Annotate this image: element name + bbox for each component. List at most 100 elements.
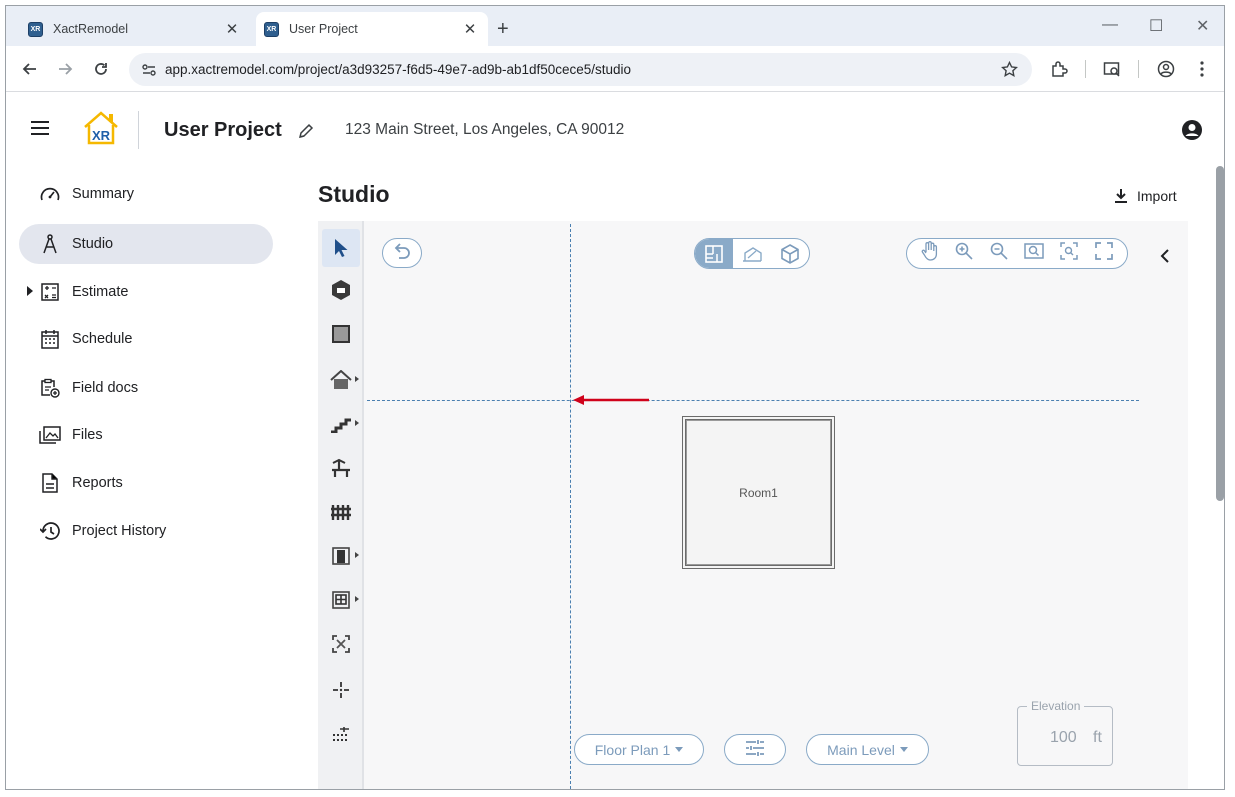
back-arrow-icon[interactable]	[19, 58, 41, 80]
pan-hand-icon[interactable]	[921, 241, 939, 266]
studio-canvas[interactable]: Room1 Floor Plan 1 Main Level Elevation …	[318, 221, 1188, 789]
zoom-out-icon[interactable]	[990, 242, 1008, 265]
sidebar-item-studio[interactable]: Studio	[19, 224, 273, 264]
account-circle-icon[interactable]	[1181, 119, 1203, 146]
sidebar-item-summary[interactable]: Summary	[19, 174, 273, 214]
room-rectangle-tool[interactable]	[322, 315, 360, 353]
collapse-panel-chevron-icon[interactable]	[1156, 247, 1174, 265]
dropdown-arrow-icon	[899, 747, 908, 752]
view-mode-toggle	[694, 238, 810, 269]
elevation-value: 100	[1050, 729, 1077, 746]
import-button[interactable]: Import	[1114, 184, 1177, 208]
project-address: 123 Main Street, Los Angeles, CA 90012	[345, 121, 625, 138]
drawing-tool-strip	[318, 221, 364, 789]
sidebar-item-label: Estimate	[72, 284, 129, 300]
tab-title: XactRemodel	[53, 22, 129, 36]
point-crosshair-tool[interactable]	[322, 671, 360, 709]
select-pointer-tool[interactable]	[322, 229, 360, 267]
elevation-field[interactable]: Elevation 100 ft	[1017, 699, 1113, 766]
sidebar-item-schedule[interactable]: Schedule	[19, 319, 273, 359]
dropdown-arrow-icon	[675, 747, 684, 752]
undo-icon	[392, 242, 412, 265]
sidebar-item-label: Field docs	[72, 380, 139, 396]
fence-railing-tool[interactable]	[322, 493, 360, 531]
address-bar[interactable]: app.xactremodel.com/project/a3d93257-f6d…	[129, 53, 1032, 86]
close-tab-icon[interactable]: ✕	[460, 19, 480, 39]
tab-strip: XR XactRemodel ✕ XR User Project ✕ + — ☐…	[6, 6, 1224, 46]
fullscreen-icon[interactable]	[1094, 242, 1113, 265]
sidebar-item-label: Summary	[72, 186, 135, 202]
window-tool[interactable]	[322, 581, 360, 619]
history-icon	[39, 520, 61, 542]
reload-icon[interactable]	[90, 58, 112, 80]
url-text: app.xactremodel.com/project/a3d93257-f6d…	[165, 62, 632, 77]
page-title: Studio	[318, 181, 390, 207]
opening-tool[interactable]	[322, 625, 360, 663]
app-header: XR User Project 123 Main Street, Los Ang…	[6, 93, 1224, 161]
zoom-to-selection-icon[interactable]	[1024, 242, 1044, 265]
speedometer-icon	[39, 183, 61, 205]
profile-icon[interactable]	[1155, 58, 1177, 80]
hamburger-menu-icon[interactable]	[31, 121, 49, 140]
zoom-fit-icon[interactable]	[1060, 242, 1079, 265]
expand-caret-icon[interactable]	[27, 286, 33, 296]
browser-toolbar: app.xactremodel.com/project/a3d93257-f6d…	[6, 46, 1224, 92]
site-settings-icon[interactable]	[141, 62, 157, 83]
compass-tool-icon	[39, 233, 61, 255]
import-label: Import	[1137, 188, 1177, 204]
sidebar-item-estimate[interactable]: Estimate	[19, 272, 273, 312]
minimize-icon[interactable]: —	[1102, 16, 1118, 34]
floor-plan-label: Floor Plan 1	[594, 741, 671, 758]
red-arrow-annotation	[573, 395, 649, 405]
level-label: Main Level	[827, 741, 895, 758]
document-icon	[39, 472, 61, 494]
tab-xactremodel[interactable]: XR XactRemodel ✕	[20, 12, 250, 46]
3d-view-button[interactable]	[771, 239, 809, 268]
calendar-icon	[39, 328, 61, 350]
stairs-tool[interactable]	[322, 405, 360, 443]
clipboard-add-icon	[39, 377, 61, 399]
wall-split-tool[interactable]	[322, 715, 360, 753]
maximize-icon[interactable]: ☐	[1149, 16, 1163, 36]
undo-button[interactable]	[382, 238, 422, 268]
floor-plan-view-button[interactable]	[695, 239, 733, 268]
3d-object-tool[interactable]	[322, 271, 360, 309]
tab-search-icon[interactable]	[1101, 58, 1123, 80]
zoom-in-icon[interactable]	[955, 242, 974, 265]
forward-arrow-icon[interactable]	[54, 58, 76, 80]
calculator-icon	[39, 281, 61, 303]
zoom-toolbar	[906, 238, 1128, 269]
tab-user-project[interactable]: XR User Project ✕	[256, 12, 488, 46]
page-scrollbar[interactable]	[1216, 166, 1224, 501]
close-tab-icon[interactable]: ✕	[222, 19, 242, 39]
sidebar-item-label: Project History	[72, 523, 167, 539]
level-dropdown[interactable]: Main Level	[806, 734, 929, 765]
extensions-icon[interactable]	[1048, 58, 1070, 80]
photo-library-icon	[39, 424, 61, 446]
window-close-icon[interactable]: ✕	[1196, 16, 1209, 36]
elevation-label: Elevation	[1027, 699, 1085, 713]
furniture-tool[interactable]	[322, 449, 360, 487]
sidebar-item-field-docs[interactable]: Field docs	[19, 368, 273, 408]
sidebar-item-files[interactable]: Files	[19, 415, 273, 455]
bookmark-star-icon[interactable]	[1001, 60, 1018, 83]
door-tool[interactable]	[322, 537, 360, 575]
house-tool[interactable]	[322, 361, 360, 399]
download-icon	[1114, 188, 1128, 204]
settings-sliders-button[interactable]	[724, 734, 786, 765]
elevation-unit: ft	[1093, 729, 1102, 746]
elevation-view-button[interactable]	[733, 239, 771, 268]
browser-window: XR XactRemodel ✕ XR User Project ✕ + — ☐…	[5, 5, 1225, 790]
xactremodel-logo[interactable]: XR	[81, 109, 121, 152]
sidebar-item-reports[interactable]: Reports	[19, 463, 273, 503]
room-label: Room1	[739, 486, 778, 500]
sidebar-item-project-history[interactable]: Project History	[19, 511, 273, 551]
vertical-guide-line	[570, 224, 571, 789]
floor-plan-dropdown[interactable]: Floor Plan 1	[574, 734, 704, 765]
xactremodel-favicon-icon: XR	[28, 21, 43, 37]
browser-menu-icon[interactable]	[1191, 58, 1213, 80]
xactremodel-favicon-icon: XR	[264, 21, 279, 37]
room-shape[interactable]: Room1	[682, 416, 835, 569]
edit-pencil-icon[interactable]	[298, 123, 314, 144]
new-tab-plus-icon[interactable]: +	[497, 18, 509, 41]
